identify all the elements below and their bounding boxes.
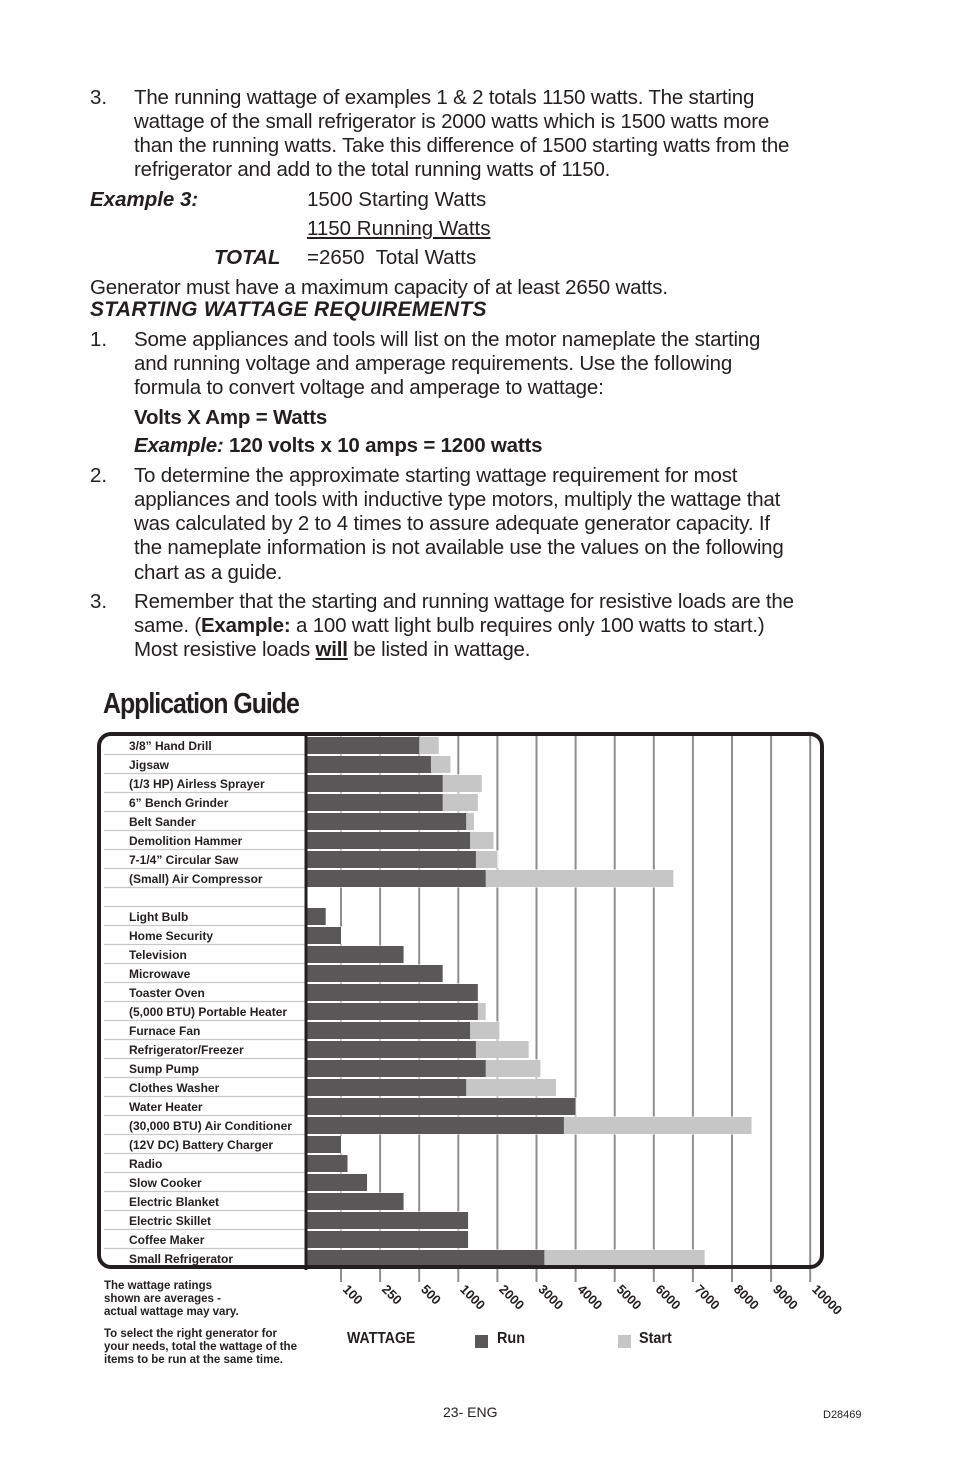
x-tick-label: 100 xyxy=(340,1282,366,1308)
note-line: items to be run at the same time. xyxy=(104,1354,283,1366)
chart-frame xyxy=(97,732,824,1269)
x-tick-label: 8000 xyxy=(731,1282,762,1313)
x-tick-label: 4000 xyxy=(574,1282,605,1313)
page-number: 23- ENG xyxy=(443,1404,498,1420)
note-line: To select the right generator for xyxy=(104,1328,277,1340)
x-tick-label: 2000 xyxy=(496,1282,527,1313)
x-tick-label: 1000 xyxy=(457,1282,488,1313)
legend-label-run: Run xyxy=(497,1330,525,1347)
x-tick-label: 5000 xyxy=(614,1282,645,1313)
wattage-note: The wattage ratings shown are averages -… xyxy=(104,1280,239,1319)
legend-label-start: Start xyxy=(639,1330,672,1347)
document-code: D28469 xyxy=(823,1409,862,1421)
legend-swatch-run xyxy=(475,1335,488,1348)
legend-title: WATTAGE xyxy=(347,1330,416,1347)
x-tick-label: 3000 xyxy=(535,1282,566,1313)
note-line: actual wattage may vary. xyxy=(104,1306,239,1318)
x-tick-label: 6000 xyxy=(653,1282,684,1313)
x-tick-label: 250 xyxy=(379,1282,405,1308)
x-tick-label: 500 xyxy=(418,1282,444,1308)
x-tick-label: 9000 xyxy=(770,1282,801,1313)
note-line: The wattage ratings xyxy=(104,1280,212,1292)
legend-swatch-start xyxy=(618,1335,631,1348)
x-tick-label: 10000 xyxy=(809,1282,845,1318)
note-line: shown are averages - xyxy=(104,1293,221,1305)
note-line: your needs, total the wattage of the xyxy=(104,1341,297,1353)
x-tick-label: 7000 xyxy=(692,1282,723,1313)
selection-note: To select the right generator for your n… xyxy=(104,1328,297,1367)
